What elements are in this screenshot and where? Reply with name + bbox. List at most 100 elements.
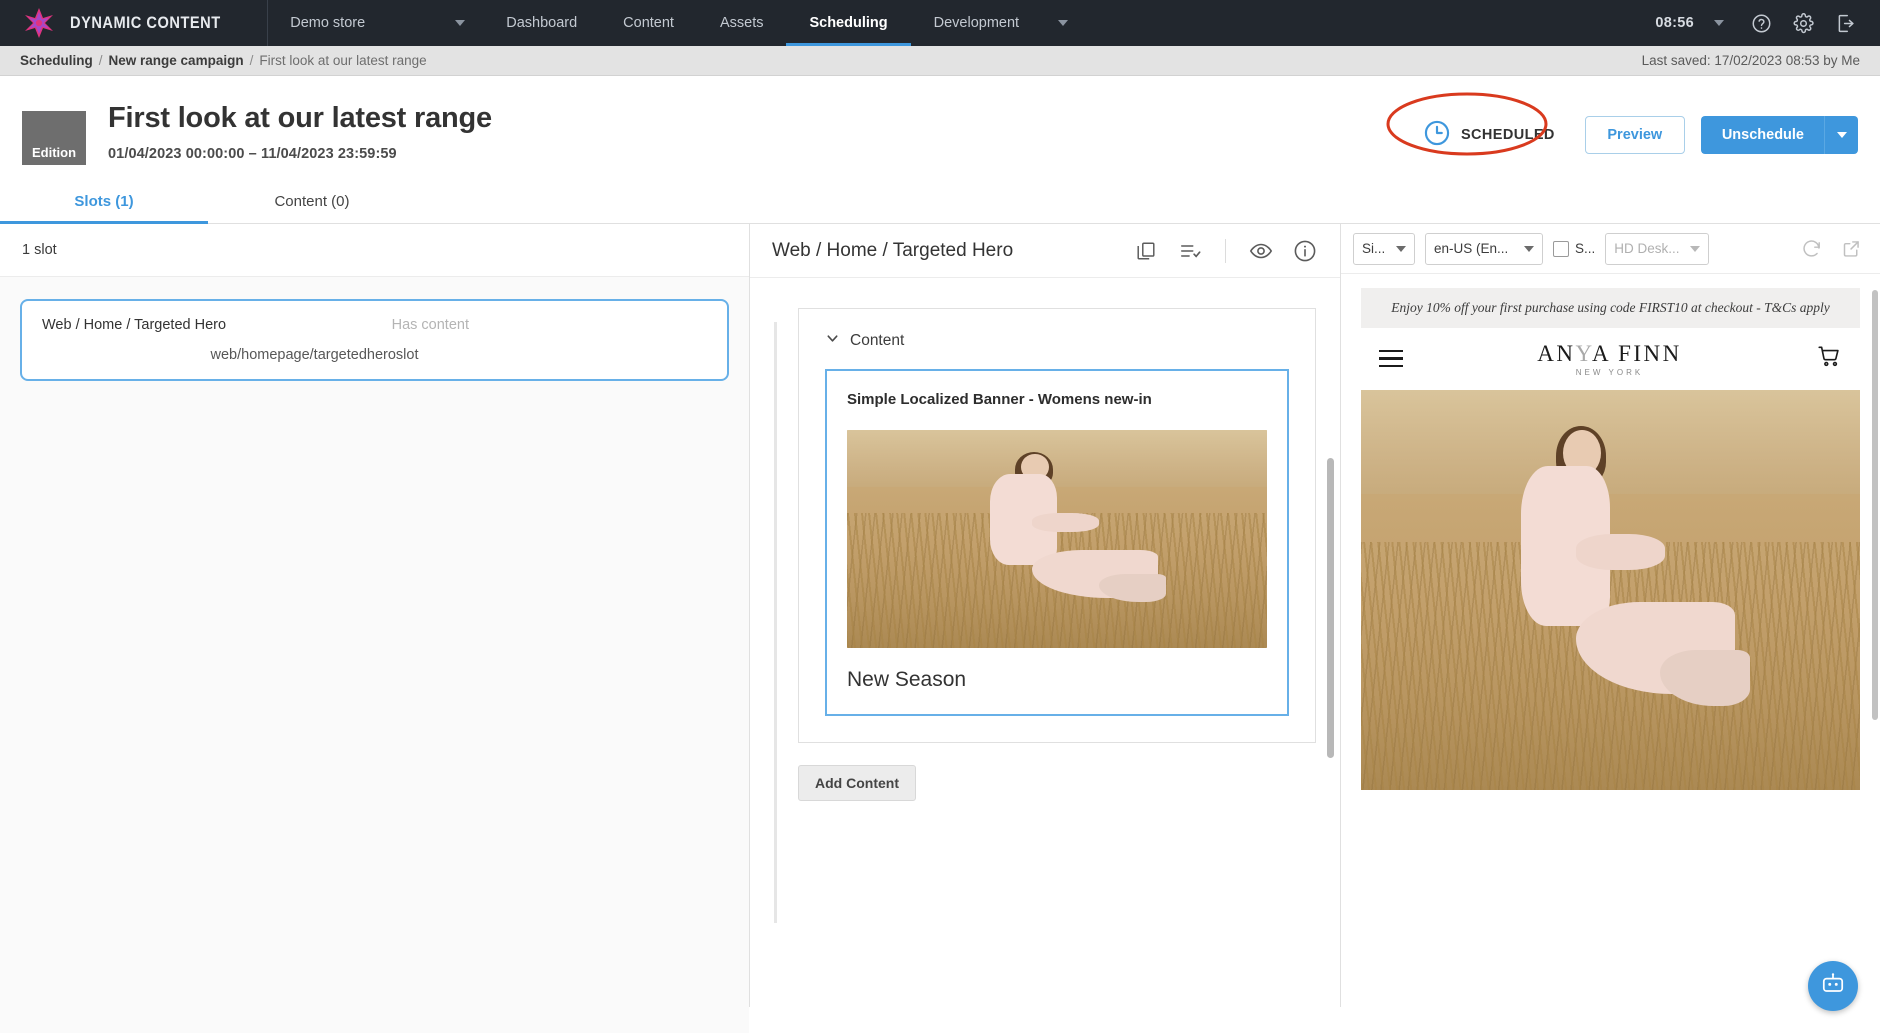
slot-card-header: Web / Home / Targeted Hero Has content [42,317,707,333]
size-select[interactable]: Si... [1353,232,1415,265]
slot-count-label: 1 slot [0,224,749,277]
tab-label: Slots (1) [74,193,134,210]
unschedule-dropdown-button[interactable] [1824,116,1858,154]
clock-icon [1424,120,1450,151]
site-logo-subtitle: NEW YORK [1575,367,1644,377]
nav-label: Dashboard [506,15,578,31]
site-logo-text: ANYA FINN [1537,340,1682,366]
store-selector[interactable]: Demo store [268,0,483,46]
chevron-down-icon [1524,245,1534,252]
clock-display: 08:56 [1655,15,1694,31]
chevron-down-icon [1836,132,1847,138]
breadcrumb-item-scheduling[interactable]: Scheduling [20,53,93,68]
content-item-card[interactable]: Simple Localized Banner - Womens new-in [825,369,1289,716]
content-editor-column: Content Simple Localized Banner - Womens… [750,278,1340,1007]
content-group-toggle[interactable]: Content [825,331,1289,351]
brand-name: DYNAMIC CONTENT [70,13,221,32]
site-logo: ANYA FINN NEW YORK [1537,341,1682,377]
info-icon[interactable] [1292,238,1318,264]
device-select[interactable]: HD Desk... [1605,232,1710,265]
preview-viewport: Enjoy 10% off your first purchase using … [1341,274,1880,1007]
nav-item-assets[interactable]: Assets [697,0,787,46]
slot-editor-body: Content Simple Localized Banner - Womens… [750,278,1340,1007]
top-navigation-bar: DYNAMIC CONTENT Demo store Dashboard Con… [0,0,1880,46]
preview-toolbar-actions [1798,236,1868,262]
checkbox-icon [1553,240,1569,257]
site-logo-accent: Y [1575,340,1593,366]
page-title: First look at our latest range [108,102,492,134]
chevron-down-icon [1058,20,1069,26]
preview-scrollbar[interactable] [1872,290,1878,990]
slot-editor-title: Web / Home / Targeted Hero [772,239,1014,261]
open-external-icon[interactable] [1838,236,1864,262]
breadcrumb-item-campaign[interactable]: New range campaign [109,53,244,68]
unschedule-button-group: Unschedule [1700,116,1858,154]
nav-item-content[interactable]: Content [600,0,697,46]
checklist-icon[interactable] [1177,238,1203,264]
locale-select[interactable]: en-US (En... [1425,232,1543,265]
slot-path: web/homepage/targetedheroslot [210,347,419,363]
tab-content[interactable]: Content (0) [208,193,416,223]
content-item-image [847,430,1267,648]
gear-icon[interactable] [1784,0,1822,46]
editor-scrollbar[interactable] [1327,288,1334,848]
nav-overflow-button[interactable] [1042,0,1084,46]
nav-label: Scheduling [809,15,888,31]
breadcrumb-separator: / [98,53,103,68]
eye-icon[interactable] [1248,238,1274,264]
chevron-down-icon [1690,245,1701,252]
site-promo-banner: Enjoy 10% off your first purchase using … [1361,288,1860,328]
scroll-sync-label: S... [1575,241,1596,256]
slot-list: Web / Home / Targeted Hero Has content w… [0,277,749,1033]
chat-robot-icon [1820,971,1846,1002]
brand-logo[interactable]: DYNAMIC CONTENT [0,0,267,46]
preview-panel: Si... en-US (En... S... HD Desk... Enjoy… [1340,224,1880,1007]
logout-icon[interactable] [1826,0,1864,46]
unschedule-button[interactable]: Unschedule [1700,116,1824,154]
edition-tabs: Slots (1) Content (0) [0,193,1880,224]
content-item-caption: New Season [847,668,967,691]
annotation-ellipse [1386,92,1548,156]
chat-assistant-button[interactable] [1808,961,1858,1011]
topbar-right-actions: 08:56 [1655,0,1880,46]
nav-item-dashboard[interactable]: Dashboard [483,0,600,46]
breadcrumb-item-current: First look at our latest range [259,53,427,68]
main-nav: Dashboard Content Assets Scheduling Deve… [483,0,1084,46]
scroll-sync-checkbox[interactable]: S... [1553,240,1596,257]
help-circle-icon[interactable] [1742,0,1780,46]
nav-item-development[interactable]: Development [911,0,1042,46]
tab-slots[interactable]: Slots (1) [0,193,208,224]
last-saved-label: Last saved: 17/02/2023 08:53 by Me [1641,53,1860,68]
site-header: ANYA FINN NEW YORK [1361,327,1860,390]
slots-panel: 1 slot Web / Home / Targeted Hero Has co… [0,224,750,1033]
preview-button[interactable]: Preview [1584,116,1685,154]
slot-editor-toolbar [1133,238,1318,264]
content-item-title: Simple Localized Banner - Womens new-in [847,391,1152,408]
slot-editor-header: Web / Home / Targeted Hero [750,224,1340,278]
refresh-icon[interactable] [1798,236,1824,262]
hamburger-menu-icon[interactable] [1379,349,1403,368]
add-content-button[interactable]: Add Content [798,765,916,801]
slot-card[interactable]: Web / Home / Targeted Hero Has content w… [20,299,729,381]
nav-label: Development [933,15,1020,31]
content-group-card: Content Simple Localized Banner - Womens… [798,308,1316,743]
edition-actions: SCHEDULED Preview Unschedule [1386,92,1858,156]
edition-type-badge: Edition [22,111,86,165]
nav-label: Content [623,15,674,31]
chevron-down-icon [455,20,466,26]
edition-title-block: First look at our latest range 01/04/202… [108,102,492,162]
tab-label: Content (0) [274,193,350,210]
editor-rail [774,322,777,923]
nav-item-scheduling[interactable]: Scheduling [786,0,911,46]
copy-icon[interactable] [1133,238,1159,264]
divider [1225,238,1226,263]
device-select-label: HD Desk... [1614,241,1680,256]
shopping-cart-icon[interactable] [1816,343,1842,374]
nav-label: Assets [719,15,764,31]
store-selector-label: Demo store [290,15,366,31]
status-badge-label: SCHEDULED [1460,127,1555,143]
edition-header: Edition First look at our latest range 0… [0,76,1880,165]
chevron-down-icon [825,331,840,351]
size-select-label: Si... [1362,241,1386,256]
chevron-down-icon[interactable] [1714,20,1724,26]
